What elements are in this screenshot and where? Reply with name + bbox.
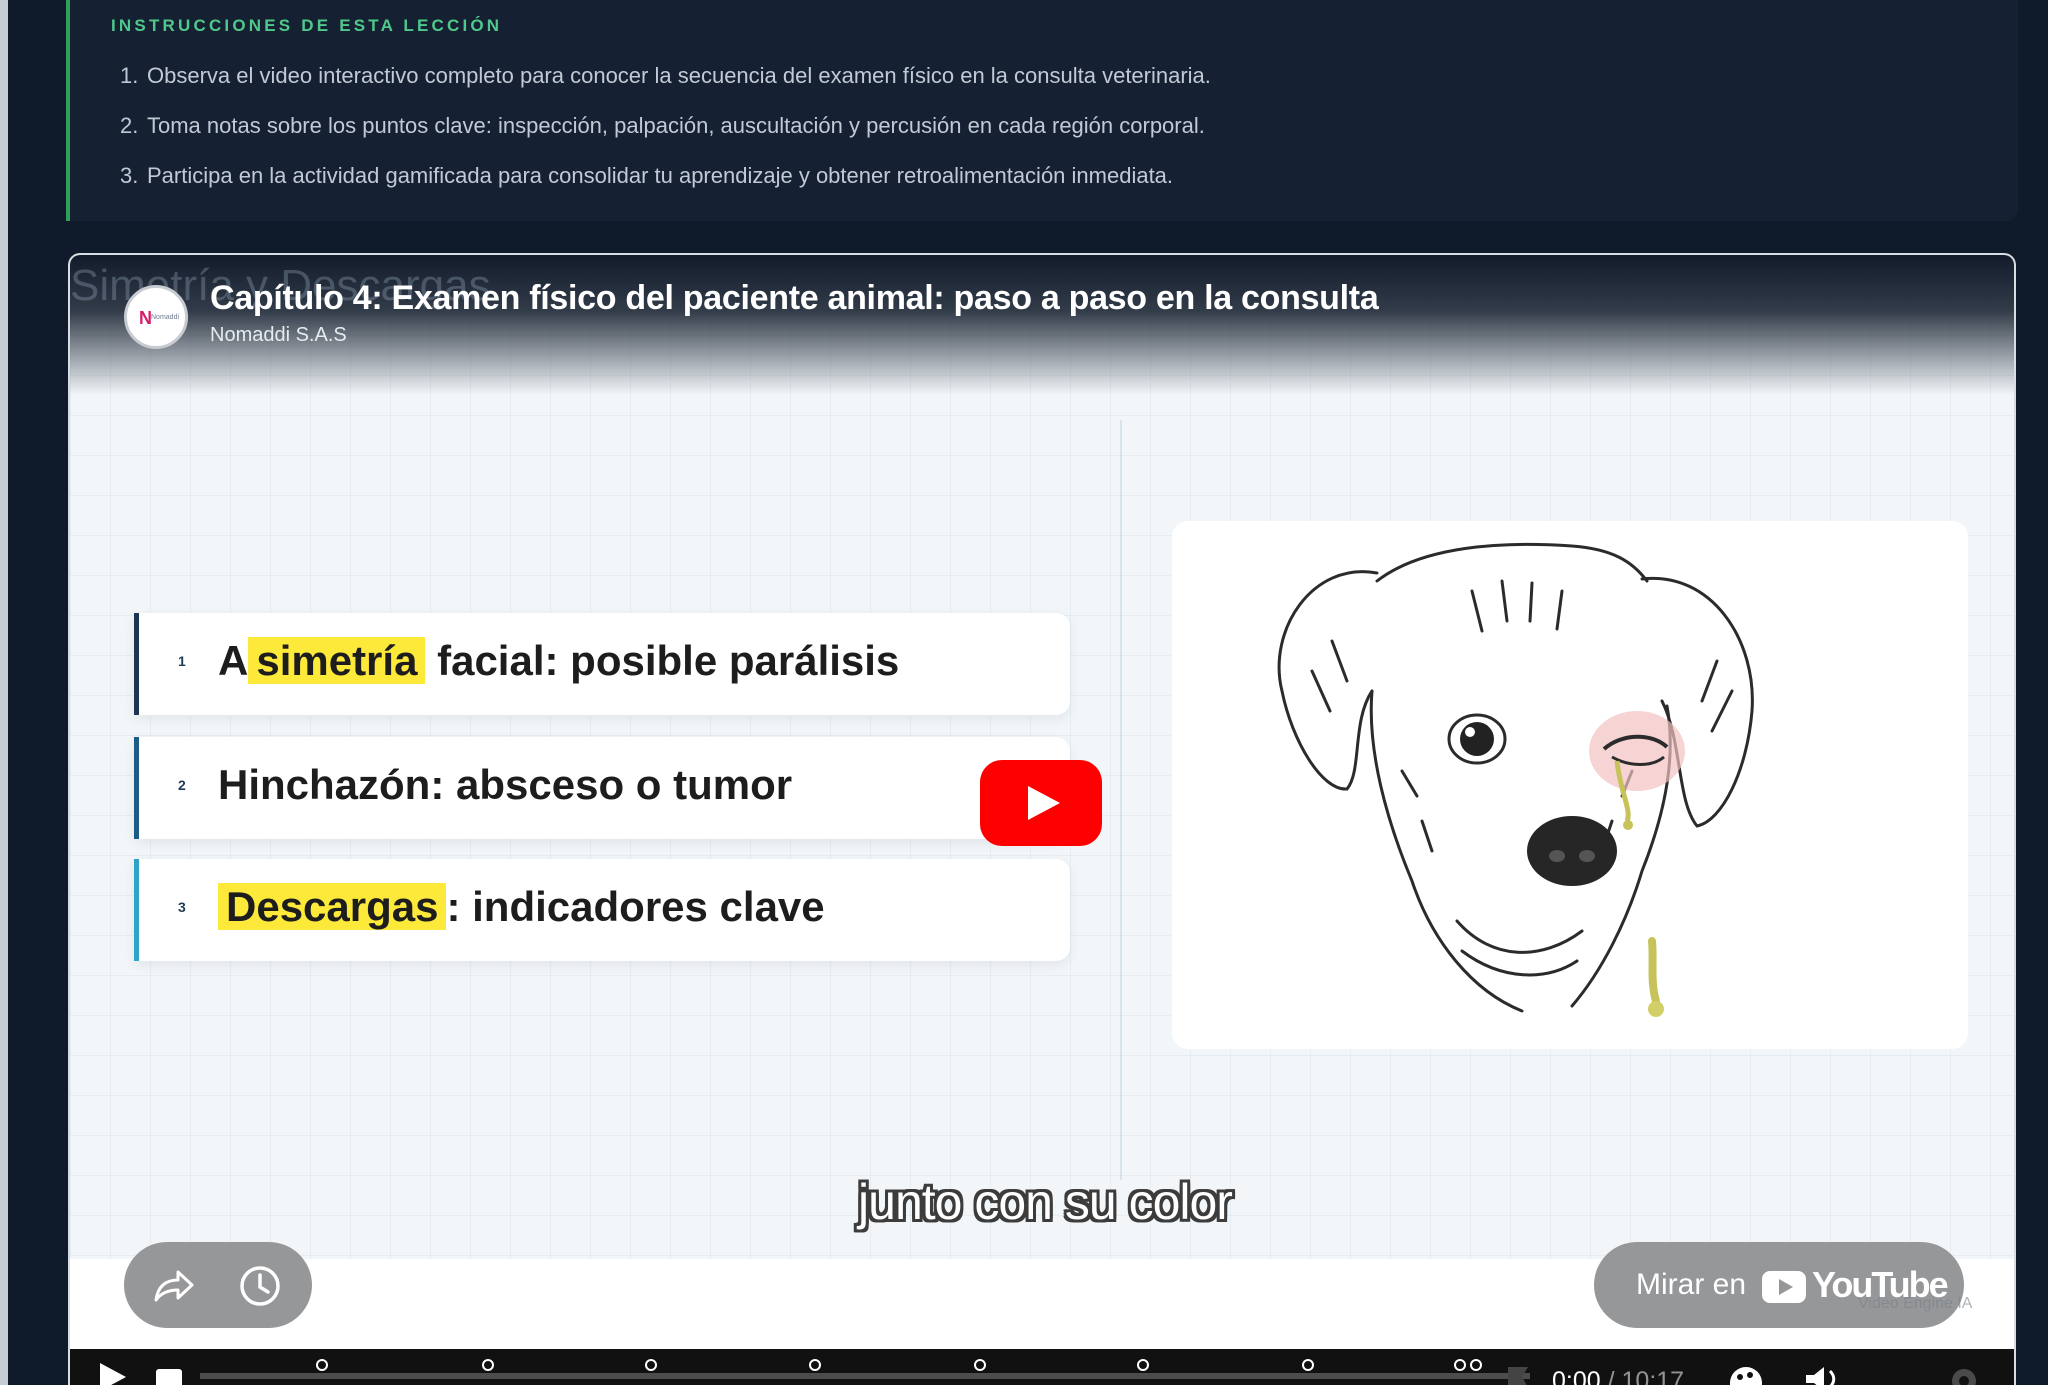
chapter-marker[interactable]: [809, 1359, 821, 1371]
chapter-marker[interactable]: [645, 1359, 657, 1371]
slide-point-text: Descargas: indicadores clave: [218, 883, 825, 931]
chapter-marker[interactable]: [1137, 1359, 1149, 1371]
time-display: 0:00 / 10:17: [1552, 1367, 1685, 1385]
dog-illustration-card: [1172, 521, 1968, 1049]
watch-later-icon[interactable]: [238, 1264, 282, 1313]
slide-point-text: Asimetría facial: posible parálisis: [218, 637, 900, 684]
slide-point-bar: [134, 859, 139, 961]
share-icon[interactable]: [152, 1264, 196, 1313]
slide-point-bar: [134, 737, 139, 839]
chapter-marker[interactable]: [974, 1359, 986, 1371]
page-left-edge: [0, 0, 8, 1385]
channel-logo-text: Nomaddi: [151, 314, 180, 321]
slide-point-number: 3: [178, 899, 186, 915]
slide-divider: [1120, 420, 1122, 1180]
instruction-item: 2. Toma notas sobre los puntos clave: ins…: [120, 113, 1205, 138]
instruction-item: 1. Observa el video interactivo completo …: [120, 63, 1211, 88]
watch-on-youtube-button[interactable]: Mirar en YouTube: [1594, 1242, 1964, 1328]
chapter-marker[interactable]: [1302, 1359, 1314, 1371]
play-icon[interactable]: [100, 1363, 126, 1385]
chapter-marker[interactable]: [1454, 1359, 1466, 1371]
slide-point-text: Hinchazón: absceso o tumor: [218, 761, 793, 808]
autoplay-icon[interactable]: [1502, 1363, 1534, 1385]
highlight: simetría: [248, 637, 426, 684]
instructions-heading: INSTRUCCIONES DE ESTA LECCIÓN: [111, 16, 503, 35]
chapter-marker[interactable]: [482, 1359, 494, 1371]
volume-icon[interactable]: [1802, 1363, 1842, 1385]
channel-name[interactable]: Nomaddi S.A.S: [210, 324, 347, 347]
lesson-instructions: INSTRUCCIONES DE ESTA LECCIÓN 1. Observa …: [66, 0, 2018, 221]
video-title[interactable]: Capítulo 4: Examen físico del paciente a…: [210, 279, 1379, 318]
slide-point-1: 1 Asimetría facial: posible parálisis: [134, 613, 1070, 715]
youtube-logo-play: [1779, 1279, 1793, 1295]
video-player[interactable]: 1 Asimetría facial: posible parálisis 2 …: [68, 253, 2016, 1385]
watch-on-label: Mirar en: [1636, 1268, 1747, 1301]
chapter-marker[interactable]: [1470, 1359, 1482, 1371]
instruction-item: 3. Participa en la actividad gamificada p…: [120, 163, 1174, 188]
progress-bar[interactable]: [200, 1373, 1530, 1379]
captions-palette-icon[interactable]: [1726, 1363, 1766, 1385]
play-icon: [1028, 786, 1060, 820]
slide-point-bar: [134, 613, 139, 715]
engine-watermark: Video Engine IA: [1858, 1295, 1973, 1312]
share-watchlater-pill: [124, 1242, 312, 1328]
slide-point-3: 3 Descargas: indicadores clave: [134, 859, 1070, 961]
large-play-button[interactable]: [980, 760, 1102, 846]
channel-avatar[interactable]: N Nomaddi: [124, 285, 188, 349]
slide-point-2: 2 Hinchazón: absceso o tumor: [134, 737, 1070, 839]
gear-icon[interactable]: [1946, 1363, 1982, 1385]
instructions-list: 1. Observa el video interactivo completo …: [120, 62, 1211, 212]
slide-point-number: 1: [178, 653, 186, 669]
chapters-icon[interactable]: [156, 1369, 182, 1385]
player-controls: 0:00 / 10:17: [70, 1349, 2014, 1385]
slide-point-number: 2: [178, 777, 186, 793]
chapter-marker[interactable]: [316, 1359, 328, 1371]
highlight: Descargas: [218, 883, 447, 930]
subtitle-caption: junto con su color: [858, 1174, 1233, 1230]
dog-illustration: [1277, 542, 1754, 1017]
